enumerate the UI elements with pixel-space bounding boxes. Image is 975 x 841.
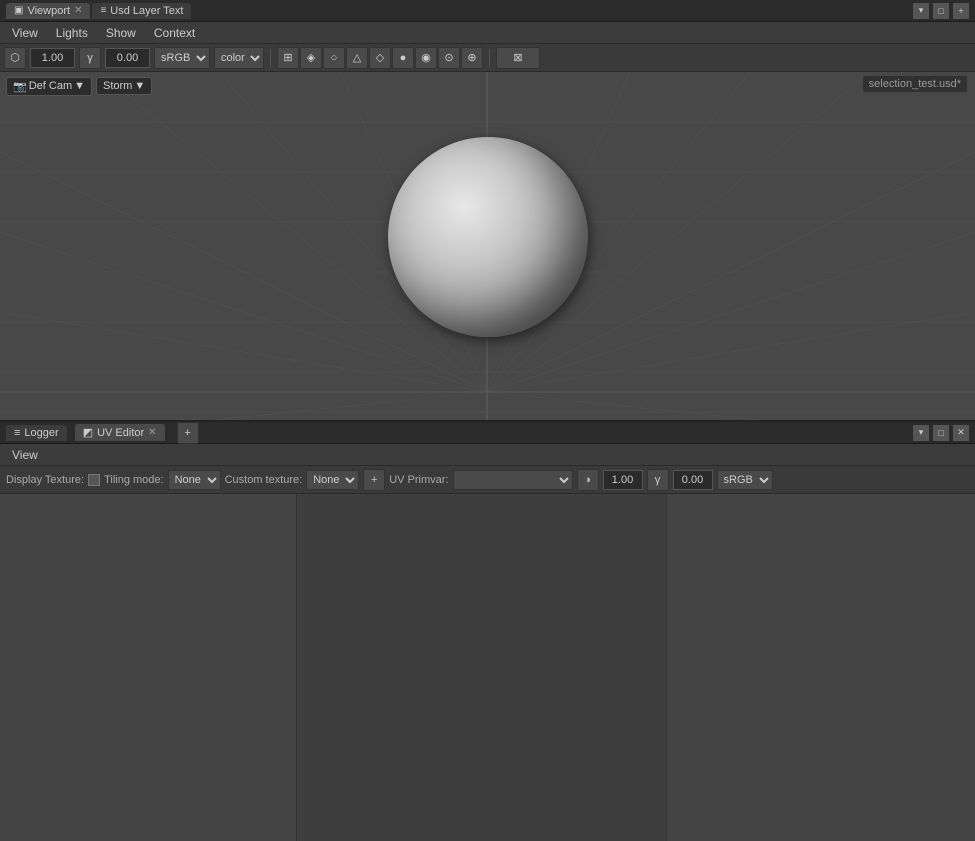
- toolbar-btn-diamond[interactable]: ◇: [369, 47, 391, 69]
- toolbar-btn-plus-circle[interactable]: ⊕: [461, 47, 483, 69]
- title-bar: ▣ Viewport ✕ ≡ Usd Layer Text ▾ □ +: [0, 0, 975, 22]
- toolbar-sep-2: [489, 49, 490, 67]
- uv-editor-toolbar: Display Texture: Tiling mode: None Custo…: [0, 466, 975, 494]
- camera-icon-btn[interactable]: ⬡: [4, 47, 26, 69]
- viewport-canvas[interactable]: 📷 Def Cam ▼ Storm ▼ Def Cam selection_te…: [0, 72, 975, 442]
- title-bar-tabs: ▣ Viewport ✕ ≡ Usd Layer Text: [6, 3, 191, 19]
- viewport-menu-bar: View Lights Show Context: [0, 22, 975, 44]
- uv-editor-menu-bar: View: [0, 444, 975, 466]
- uv-gamma-icon[interactable]: γ: [647, 469, 669, 491]
- title-bar-controls: ▾ □ +: [913, 3, 969, 19]
- tab-viewport[interactable]: ▣ Viewport ✕: [6, 3, 90, 19]
- bottom-maximize-btn[interactable]: □: [933, 425, 949, 441]
- uv-panel-left[interactable]: [0, 494, 297, 841]
- menu-lights[interactable]: Lights: [48, 24, 96, 42]
- menu-view[interactable]: View: [4, 24, 46, 42]
- uv-primvar-label: UV Primvar:: [389, 474, 448, 486]
- bottom-dropdown-btn[interactable]: ▾: [913, 425, 929, 441]
- toolbar-sep-1: [270, 49, 271, 67]
- uv-editor-tab-icon: ◩: [83, 426, 93, 439]
- uv-editor-content: [0, 494, 975, 841]
- camera-dropdown[interactable]: 📷 Def Cam ▼: [6, 77, 92, 96]
- camera-icon: 📷: [13, 80, 27, 93]
- toolbar-btn-camera[interactable]: ◉: [415, 47, 437, 69]
- tab-logger[interactable]: ≡ Logger: [6, 425, 67, 441]
- tiling-mode-select[interactable]: None: [168, 470, 221, 490]
- gamma-input[interactable]: 0.00: [105, 48, 150, 68]
- toolbar-btn-sphere[interactable]: ○: [323, 47, 345, 69]
- uv-panel-right[interactable]: [667, 494, 975, 841]
- renderer-dropdown[interactable]: Storm ▼: [96, 77, 152, 95]
- logger-tab-icon: ≡: [14, 427, 20, 439]
- bottom-title-controls: ▾ □ ✕: [913, 425, 969, 441]
- sphere-object[interactable]: [388, 137, 588, 337]
- uv-exposure-input[interactable]: 1.00: [603, 470, 643, 490]
- toolbar-btn-grid[interactable]: ⊞: [277, 47, 299, 69]
- uv-gamma-input[interactable]: 0.00: [673, 470, 713, 490]
- display-mode-select[interactable]: color: [214, 47, 264, 69]
- bottom-close-btn[interactable]: ✕: [953, 425, 969, 441]
- toolbar-btn-target[interactable]: ⊙: [438, 47, 460, 69]
- add-texture-btn[interactable]: +: [363, 469, 385, 491]
- renderer-chevron-icon: ▼: [134, 80, 145, 92]
- uv-exposure-icon[interactable]: ◑: [577, 469, 599, 491]
- custom-texture-select[interactable]: None: [306, 470, 359, 490]
- toolbar-btn-expand[interactable]: ⊠: [496, 47, 540, 69]
- colorspace-select[interactable]: sRGB: [154, 47, 210, 69]
- viewport-toolbar: ⬡ 1.00 γ 0.00 sRGB color ⊞ ◈ ○ △ ◇ ● ◉ ⊙…: [0, 44, 975, 72]
- menu-context[interactable]: Context: [146, 24, 203, 42]
- toolbar-btn-mesh[interactable]: ◈: [300, 47, 322, 69]
- renderer-name-label: Storm: [103, 80, 132, 92]
- tab-uv-editor-label: UV Editor: [97, 427, 144, 439]
- tab-usd-label: Usd Layer Text: [110, 5, 183, 17]
- tab-uv-editor-close[interactable]: ✕: [148, 427, 156, 438]
- viewport-section: View Lights Show Context ⬡ 1.00 γ 0.00 s…: [0, 22, 975, 442]
- tiling-mode-label: Tiling mode:: [104, 474, 164, 486]
- toolbar-btn-light[interactable]: ●: [392, 47, 414, 69]
- bottom-title-bar: ≡ Logger ◩ UV Editor ✕ + ▾ □ ✕: [0, 422, 975, 444]
- display-texture-label: Display Texture:: [6, 474, 84, 486]
- exposure-input[interactable]: 1.00: [30, 48, 75, 68]
- toolbar-btn-point[interactable]: △: [346, 47, 368, 69]
- tab-viewport-label: Viewport: [27, 5, 70, 17]
- bottom-panel: ≡ Logger ◩ UV Editor ✕ + ▾ □ ✕ View Disp…: [0, 420, 975, 841]
- tab-usd-layer-text[interactable]: ≡ Usd Layer Text: [92, 3, 191, 19]
- uv-colorspace-select[interactable]: sRGB: [717, 470, 773, 490]
- toolbar-icon-group: ⊞ ◈ ○ △ ◇ ● ◉ ⊙ ⊕: [277, 47, 483, 69]
- usd-tab-icon: ≡: [100, 5, 106, 16]
- gamma-icon-btn[interactable]: γ: [79, 47, 101, 69]
- title-maximize-btn[interactable]: □: [933, 3, 949, 19]
- tab-viewport-close[interactable]: ✕: [74, 5, 82, 16]
- camera-chevron-icon: ▼: [74, 80, 85, 92]
- viewport-tab-icon: ▣: [14, 5, 23, 16]
- menu-show[interactable]: Show: [98, 24, 144, 42]
- uv-primvar-select[interactable]: [453, 470, 573, 490]
- tab-uv-editor[interactable]: ◩ UV Editor ✕: [75, 424, 165, 441]
- bottom-add-tab-btn[interactable]: +: [177, 422, 199, 444]
- uv-menu-view[interactable]: View: [4, 446, 46, 464]
- uv-panel-center[interactable]: [297, 494, 667, 841]
- camera-name-label: Def Cam: [29, 80, 72, 92]
- file-label: selection_test.usd*: [863, 76, 967, 92]
- custom-texture-label: Custom texture:: [225, 474, 303, 486]
- tab-logger-label: Logger: [24, 427, 58, 439]
- title-add-btn[interactable]: +: [953, 3, 969, 19]
- title-dropdown-btn[interactable]: ▾: [913, 3, 929, 19]
- display-texture-checkbox[interactable]: [88, 474, 100, 486]
